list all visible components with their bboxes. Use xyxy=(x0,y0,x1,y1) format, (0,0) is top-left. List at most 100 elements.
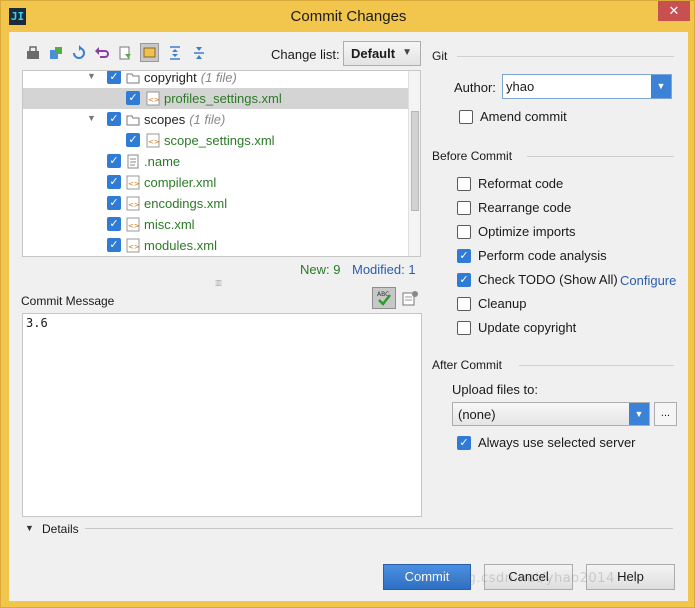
amend-commit-checkbox[interactable]: Amend commit xyxy=(459,109,609,127)
dialog-title: Commit Changes xyxy=(290,8,407,25)
author-combobox[interactable]: yhao ▼ xyxy=(502,74,672,99)
svg-text:<>: <> xyxy=(148,138,160,146)
include-checkbox[interactable]: ✓ xyxy=(107,154,121,168)
file-name: .name xyxy=(144,154,181,169)
xml-file-icon: <> xyxy=(146,91,160,106)
configure-todo-link[interactable]: Configure xyxy=(620,273,676,288)
chevron-down-icon[interactable]: ▼ xyxy=(629,403,649,425)
xml-file-icon: <> xyxy=(126,238,140,253)
scrollbar-thumb[interactable] xyxy=(411,111,419,211)
divider xyxy=(519,365,674,366)
include-checkbox[interactable]: ✓ xyxy=(107,112,121,126)
tree-file-row[interactable]: ✓ <> encodings.xml xyxy=(23,193,408,214)
tree-folder-row[interactable]: ▼ ✓ copyright (1 file) xyxy=(23,70,408,88)
svg-text:<>: <> xyxy=(128,222,140,230)
folder-name: scopes (1 file) xyxy=(144,112,226,127)
move-to-changelist-icon[interactable] xyxy=(46,43,65,62)
file-name: misc.xml xyxy=(144,217,195,232)
upload-server-dropdown[interactable]: (none) ▼ xyxy=(452,402,650,426)
tree-file-row[interactable]: ✓ <> profiles_settings.xml xyxy=(23,88,408,109)
xml-file-icon: <> xyxy=(126,196,140,211)
xml-file-icon: <> xyxy=(126,175,140,190)
modified-files-count: Modified: 1 xyxy=(352,262,416,277)
optimize-imports-checkbox[interactable]: Optimize imports xyxy=(457,224,607,242)
file-name: compiler.xml xyxy=(144,175,217,190)
diff-icon[interactable] xyxy=(115,43,134,62)
details-toggle[interactable]: ▼ Details xyxy=(23,522,673,536)
expand-all-icon[interactable] xyxy=(165,43,184,62)
cancel-button[interactable]: Cancel xyxy=(484,564,573,590)
expand-arrow-icon[interactable]: ▼ xyxy=(87,113,96,123)
message-history-icon[interactable] xyxy=(401,289,419,307)
checkbox-box[interactable] xyxy=(457,321,471,335)
checkbox-box[interactable]: ✓ xyxy=(457,273,471,287)
author-value: yhao xyxy=(506,79,535,94)
changed-files-tree[interactable]: ▼ ✓ copyright (1 file) ✓ <> profiles_sett… xyxy=(22,70,421,257)
git-section-title: Git xyxy=(432,49,448,63)
perform-code-analysis-checkbox[interactable]: ✓ Perform code analysis xyxy=(457,248,627,266)
update-copyright-checkbox[interactable]: Update copyright xyxy=(457,320,607,338)
xml-file-icon: <> xyxy=(126,217,140,232)
checkbox-box[interactable] xyxy=(459,110,473,124)
commit-changes-dialog: JI Commit Changes ✕ Change list: Default… xyxy=(0,0,695,608)
svg-text:<>: <> xyxy=(148,96,160,104)
xml-file-icon: <> xyxy=(146,133,160,148)
chevron-down-icon[interactable]: ▼ xyxy=(651,75,671,98)
checkbox-box[interactable]: ✓ xyxy=(457,436,471,450)
cleanup-checkbox[interactable]: Cleanup xyxy=(457,296,607,314)
check-todo-checkbox[interactable]: ✓ Check TODO (Show All) xyxy=(457,272,619,290)
commit-message-input[interactable]: 3.6 xyxy=(22,313,422,517)
divider xyxy=(457,56,674,57)
include-checkbox[interactable]: ✓ xyxy=(107,71,121,84)
before-commit-section-title: Before Commit xyxy=(432,149,513,163)
changelist-dropdown[interactable]: Default ▼ xyxy=(343,41,421,66)
checkbox-box[interactable] xyxy=(457,225,471,239)
file-name: encodings.xml xyxy=(144,196,228,211)
include-checkbox[interactable]: ✓ xyxy=(107,217,121,231)
folder-icon xyxy=(126,115,140,126)
rearrange-code-checkbox[interactable]: Rearrange code xyxy=(457,200,607,218)
chevron-down-icon: ▼ xyxy=(402,47,412,58)
include-checkbox[interactable]: ✓ xyxy=(107,196,121,210)
collapse-all-icon[interactable] xyxy=(189,43,208,62)
commit-message-label: Commit Message xyxy=(21,294,115,308)
tree-scrollbar[interactable] xyxy=(408,71,420,256)
reformat-code-checkbox[interactable]: Reformat code xyxy=(457,176,607,194)
close-button[interactable]: ✕ xyxy=(658,1,690,21)
splitter-handle[interactable]: ⁞⁞⁞⁞⁞ xyxy=(215,279,222,288)
folder-name: copyright (1 file) xyxy=(144,70,237,85)
include-checkbox[interactable]: ✓ xyxy=(107,238,121,252)
include-checkbox[interactable]: ✓ xyxy=(126,133,140,147)
details-label[interactable]: Details xyxy=(42,522,79,536)
commit-button[interactable]: Commit xyxy=(383,564,471,590)
checkbox-box[interactable] xyxy=(457,297,471,311)
checkbox-box[interactable]: ✓ xyxy=(457,249,471,263)
checkbox-box[interactable] xyxy=(457,177,471,191)
tree-file-row[interactable]: ✓ <> compiler.xml xyxy=(23,172,408,193)
help-button[interactable]: Help xyxy=(586,564,675,590)
tree-file-row[interactable]: ✓ <> modules.xml xyxy=(23,235,408,256)
include-checkbox[interactable]: ✓ xyxy=(107,175,121,189)
tree-file-row[interactable]: ✓ .name xyxy=(23,151,408,172)
divider xyxy=(527,156,674,157)
tree-file-row[interactable]: ✓ <> scope_settings.xml xyxy=(23,130,408,151)
new-files-count: New: 9 xyxy=(300,262,341,277)
include-checkbox[interactable]: ✓ xyxy=(126,91,140,105)
undo-icon[interactable] xyxy=(92,43,111,62)
changelist-value: Default xyxy=(351,46,396,61)
expand-arrow-icon[interactable]: ▼ xyxy=(87,71,96,81)
browse-servers-button[interactable]: ... xyxy=(654,402,677,426)
refresh-changes-icon[interactable] xyxy=(23,43,42,62)
rollback-icon[interactable] xyxy=(69,43,88,62)
server-value: (none) xyxy=(458,407,496,422)
collapse-arrow-icon[interactable]: ▼ xyxy=(25,523,34,533)
tree-file-row[interactable]: ✓ <> misc.xml xyxy=(23,214,408,235)
title-bar[interactable]: JI Commit Changes ✕ xyxy=(1,1,695,32)
checkbox-box[interactable] xyxy=(457,201,471,215)
spellcheck-icon[interactable]: ABC xyxy=(372,287,396,309)
folder-icon xyxy=(126,73,140,84)
file-name: scope_settings.xml xyxy=(164,133,275,148)
always-use-server-checkbox[interactable]: ✓ Always use selected server xyxy=(457,435,657,453)
tree-folder-row[interactable]: ▼ ✓ scopes (1 file) xyxy=(23,109,408,130)
group-by-directory-icon[interactable] xyxy=(140,43,159,62)
